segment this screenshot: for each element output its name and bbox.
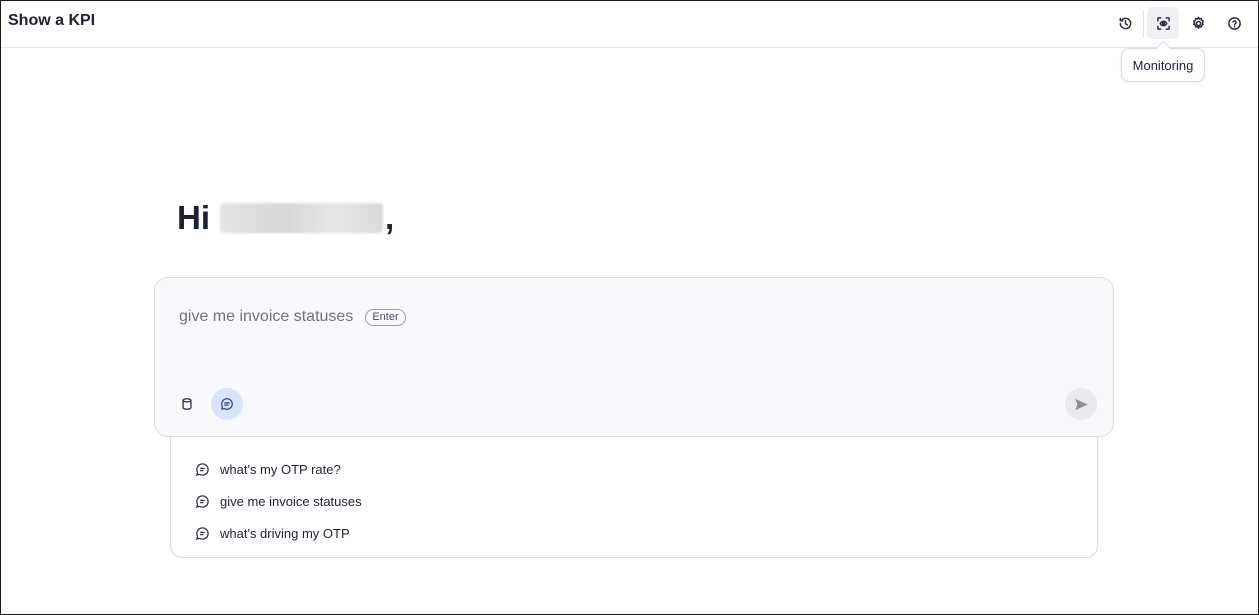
suggestion-item[interactable]: what's my OTP rate? [195,459,341,479]
help-button[interactable] [1218,7,1250,39]
history-icon [1119,17,1131,29]
send-icon [1074,398,1088,410]
suggestion-label: what's driving my OTP [220,525,350,541]
prompt-input-box[interactable]: give me invoice statuses Enter [154,277,1114,437]
monitoring-tooltip: Monitoring [1121,48,1205,82]
greeting-prefix: Hi [177,199,210,236]
greeting-suffix: , [385,199,395,236]
suggestion-label: give me invoice statuses [220,493,362,509]
app-title: Show a KPI [8,12,96,29]
suggestions-panel: what's my OTP rate? give me invoice stat… [170,431,1098,558]
database-icon [182,398,192,410]
chat-icon [196,494,209,508]
gear-icon [1192,16,1204,29]
greeting: Hi , [177,196,394,240]
redacted-user-name [220,203,383,233]
prompt-placeholder: give me invoice statuses [179,308,354,325]
settings-button[interactable] [1182,7,1214,39]
send-button[interactable] [1065,388,1097,420]
app-header: Show a KPI [1,1,1258,48]
enter-key-badge: Enter [365,308,406,326]
help-icon [1227,16,1241,30]
monitoring-icon [1156,16,1170,30]
prompt-input[interactable]: give me invoice statuses Enter [179,308,406,326]
chat-mode-button[interactable] [211,388,243,420]
monitoring-button[interactable] [1147,7,1179,39]
suggestion-item[interactable]: give me invoice statuses [195,491,362,511]
suggestion-label: what's my OTP rate? [220,461,341,477]
chat-icon [196,526,209,540]
data-source-button[interactable] [171,388,203,420]
suggestion-item[interactable]: what's driving my OTP [195,523,350,543]
history-button[interactable] [1109,7,1141,39]
chat-icon [221,398,233,410]
toolbar-divider [1143,10,1144,38]
chat-icon [196,462,209,476]
